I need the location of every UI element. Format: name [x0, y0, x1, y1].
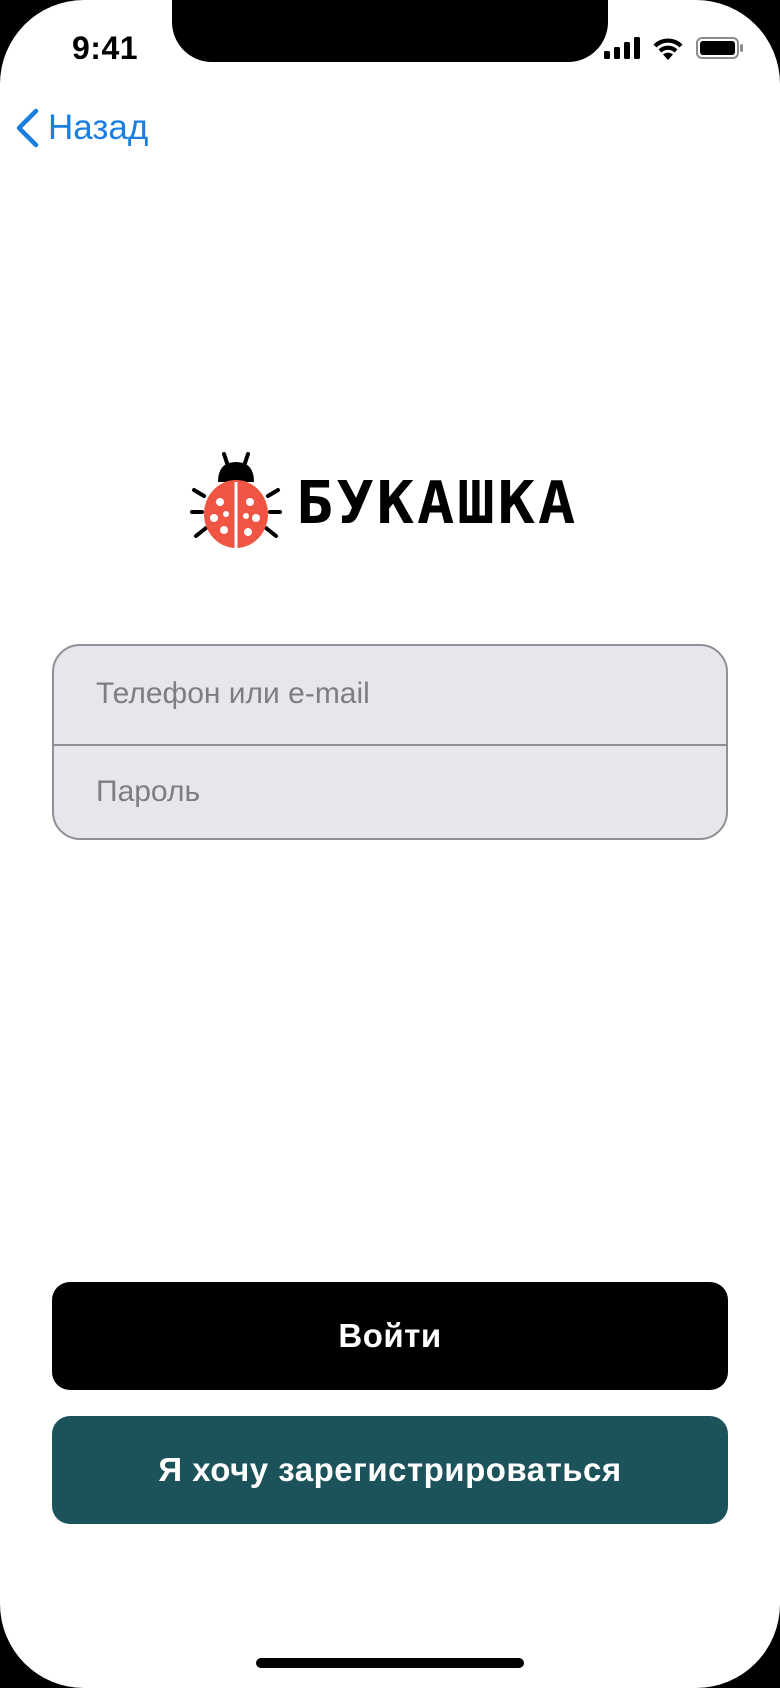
status-icons	[604, 36, 744, 60]
battery-icon	[696, 37, 743, 59]
status-time: 9:41	[72, 30, 139, 66]
back-label: Назад	[48, 108, 149, 147]
device-notch	[172, 0, 608, 62]
login-button[interactable]: Войти	[52, 1282, 728, 1390]
login-field-row	[54, 646, 726, 742]
ladybug-icon	[190, 452, 282, 548]
login-form	[52, 644, 728, 840]
phone-screen: 9:41 Назад БУКАШКА Телефон или e-mail Во…	[0, 0, 780, 1688]
cellular-signal-icon	[604, 37, 640, 59]
password-input[interactable]	[54, 744, 726, 838]
password-field-row	[54, 744, 726, 838]
back-button[interactable]: Назад	[14, 108, 148, 148]
logo-wordmark: БУКАШКА	[296, 467, 579, 537]
home-indicator[interactable]	[256, 1658, 524, 1668]
app-logo: БУКАШКА	[190, 452, 578, 552]
register-button[interactable]: Я хочу зарегистрироваться	[52, 1416, 728, 1524]
wifi-icon	[653, 38, 683, 60]
chevron-left-icon	[16, 108, 39, 148]
phone-or-email-input[interactable]	[54, 646, 726, 742]
